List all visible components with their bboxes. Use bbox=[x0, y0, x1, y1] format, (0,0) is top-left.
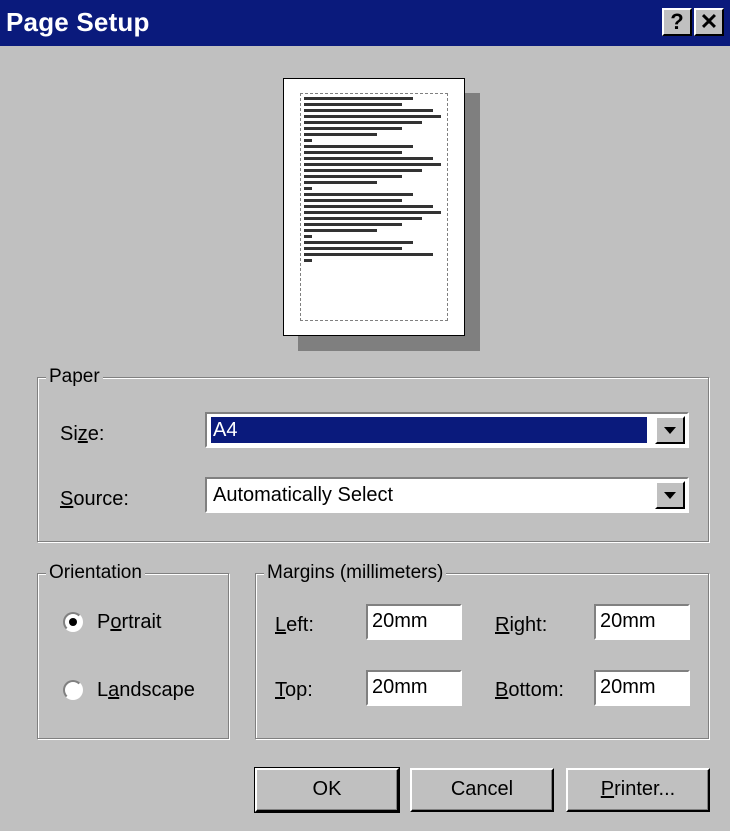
preview-line bbox=[304, 127, 402, 130]
preview-line bbox=[304, 259, 313, 262]
bottom-margin-field[interactable]: 20mm bbox=[594, 670, 690, 706]
preview-margin-outline bbox=[300, 93, 448, 321]
preview-line bbox=[304, 217, 422, 220]
help-button[interactable]: ? bbox=[662, 8, 692, 36]
preview-line bbox=[304, 235, 313, 238]
chevron-down-icon bbox=[664, 427, 676, 434]
window-title: Page Setup bbox=[6, 7, 150, 37]
preview-line bbox=[304, 157, 433, 160]
preview-line bbox=[304, 115, 442, 118]
preview-line bbox=[304, 187, 313, 190]
size-select[interactable]: A4 bbox=[205, 412, 689, 448]
preview-line bbox=[304, 97, 414, 100]
preview-line bbox=[304, 211, 442, 214]
preview-line bbox=[304, 229, 377, 232]
help-icon: ? bbox=[670, 9, 684, 34]
preview-line bbox=[304, 151, 402, 154]
preview-line bbox=[304, 163, 442, 166]
size-dropdown-button[interactable] bbox=[655, 416, 685, 444]
close-icon: ✕ bbox=[699, 9, 719, 34]
right-margin-label: Right: bbox=[495, 614, 548, 636]
ok-button[interactable]: OK bbox=[254, 767, 400, 813]
chevron-down-icon bbox=[664, 492, 676, 499]
top-margin-field[interactable]: 20mm bbox=[366, 670, 462, 706]
preview-line bbox=[304, 175, 402, 178]
margins-group: Margins (millimeters) bbox=[255, 561, 709, 739]
preview-line bbox=[304, 145, 414, 148]
left-margin-field[interactable]: 20mm bbox=[366, 604, 462, 640]
radio-selected-dot bbox=[69, 618, 77, 626]
orientation-group: Orientation bbox=[37, 561, 229, 739]
preview-line bbox=[304, 223, 402, 226]
paper-legend: Paper bbox=[46, 365, 103, 389]
right-margin-field[interactable]: 20mm bbox=[594, 604, 690, 640]
preview-line bbox=[304, 247, 402, 250]
preview-line bbox=[304, 241, 414, 244]
preview-line bbox=[304, 109, 433, 112]
printer-button[interactable]: Printer... bbox=[566, 768, 710, 812]
paper-group: Paper bbox=[37, 365, 709, 542]
landscape-label[interactable]: Landscape bbox=[97, 678, 195, 702]
source-dropdown-button[interactable] bbox=[655, 481, 685, 509]
preview-line bbox=[304, 103, 402, 106]
source-select[interactable]: Automatically Select bbox=[205, 477, 689, 513]
preview-line bbox=[304, 121, 422, 124]
cancel-button[interactable]: Cancel bbox=[410, 768, 554, 812]
preview-line bbox=[304, 205, 433, 208]
preview-line bbox=[304, 181, 377, 184]
preview-line bbox=[304, 139, 313, 142]
preview-text-lines bbox=[304, 97, 444, 265]
size-label: Size: bbox=[60, 423, 105, 445]
portrait-label[interactable]: Portrait bbox=[97, 610, 161, 634]
portrait-radio[interactable] bbox=[63, 612, 83, 632]
size-value: A4 bbox=[210, 416, 648, 444]
preview-line bbox=[304, 133, 377, 136]
orientation-legend: Orientation bbox=[46, 561, 145, 585]
top-margin-label: Top: bbox=[275, 679, 313, 701]
preview-line bbox=[304, 169, 422, 172]
page-setup-dialog: Page Setup ? ✕ Paper Size: A4 Source: Au… bbox=[0, 0, 730, 831]
margins-legend: Margins (millimeters) bbox=[264, 561, 447, 585]
close-button[interactable]: ✕ bbox=[694, 8, 724, 36]
preview-line bbox=[304, 193, 414, 196]
preview-line bbox=[304, 199, 402, 202]
title-bar[interactable]: Page Setup ? ✕ bbox=[0, 0, 730, 46]
source-label: Source: bbox=[60, 488, 129, 510]
preview-line bbox=[304, 253, 433, 256]
bottom-margin-label: Bottom: bbox=[495, 679, 564, 701]
page-preview bbox=[283, 78, 465, 336]
landscape-radio[interactable] bbox=[63, 680, 83, 700]
left-margin-label: Left: bbox=[275, 614, 314, 636]
source-value: Automatically Select bbox=[213, 484, 394, 506]
